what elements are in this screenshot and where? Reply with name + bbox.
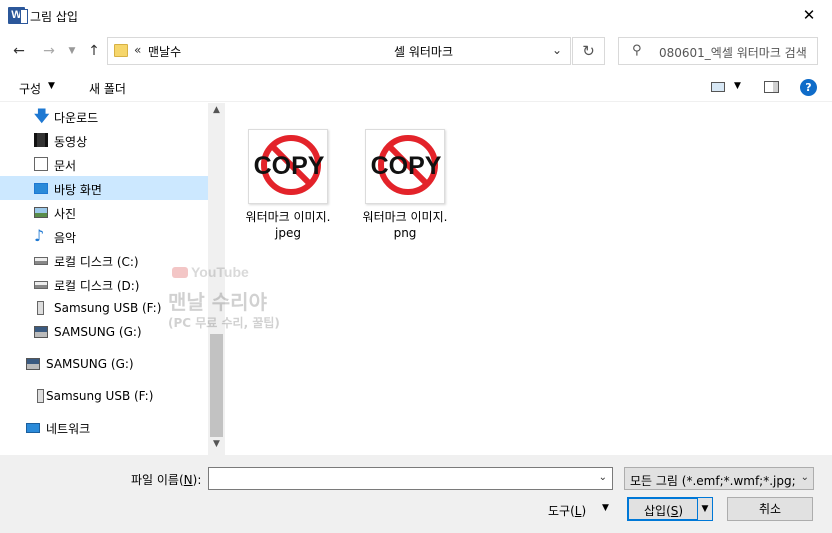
search-placeholder: 080601_엑셀 워터마크 검색 — [659, 46, 807, 60]
nav-item-label: 다운로드 — [54, 111, 99, 125]
insert-button[interactable]: 삽입(S) ▼ — [627, 497, 713, 521]
download-icon: 🡇 — [34, 107, 50, 125]
file-item[interactable]: COPY 워터마크 이미지. jpeg — [234, 127, 342, 247]
forward-arrow-icon[interactable]: → — [39, 41, 59, 61]
samsung-drive-icon — [34, 326, 48, 338]
window-title: 그림 삽입 — [30, 10, 78, 24]
nav-item-label: 로컬 디스크 (D:) — [54, 279, 140, 293]
nav-item[interactable]: 문서 — [0, 152, 208, 176]
nav-item[interactable]: ♪ 음악 — [0, 224, 208, 248]
scroll-thumb[interactable] — [210, 334, 223, 437]
address-overflow-chevrons[interactable]: « — [134, 43, 141, 57]
nav-item-label: 바탕 화면 — [54, 183, 102, 197]
local-disk-icon — [34, 281, 48, 289]
document-icon — [34, 157, 48, 171]
command-toolbar: 구성 ▼ 새 폴더 ▼ ? — [0, 72, 832, 102]
nav-item[interactable]: 바탕 화면 — [0, 176, 208, 200]
file-name-line: jpeg — [275, 226, 301, 240]
thumb-text: COPY — [254, 152, 325, 180]
nav-item[interactable]: SAMSUNG (G:) — [0, 320, 208, 344]
desktop-icon — [34, 183, 48, 194]
help-icon[interactable]: ? — [800, 79, 817, 96]
chevron-down-icon[interactable]: ⌄ — [599, 472, 607, 483]
nav-item[interactable]: SAMSUNG (G:) — [0, 352, 208, 376]
scroll-up-icon[interactable]: ▲ — [208, 105, 225, 119]
caret-down-icon[interactable]: ▼ — [602, 503, 609, 513]
cancel-button[interactable]: 취소 — [727, 497, 813, 521]
back-arrow-icon[interactable]: ← — [9, 41, 29, 61]
local-disk-icon — [34, 257, 48, 265]
change-view-icon[interactable] — [711, 82, 725, 92]
usb-drive-icon — [37, 389, 44, 403]
refresh-icon[interactable]: ↻ — [572, 37, 605, 65]
nav-item[interactable]: Samsung USB (F:) — [0, 296, 208, 320]
new-folder-button[interactable]: 새 폴더 — [89, 80, 126, 97]
word-app-icon: W — [8, 7, 28, 24]
pictures-icon — [34, 207, 48, 218]
nav-item-label: SAMSUNG (G:) — [46, 357, 134, 371]
nav-item-label: Samsung USB (F:) — [46, 389, 154, 403]
copy-thumbnail-icon: COPY — [248, 129, 328, 204]
close-button[interactable]: ✕ — [786, 0, 832, 31]
bottom-panel: 파일 이름(N): ⌄ 모든 그림 (*.emf;*.wmf;*.jpg;*. … — [0, 455, 832, 533]
nav-item-label: 사진 — [54, 207, 77, 221]
copy-thumbnail-icon: COPY — [365, 129, 445, 204]
network-icon — [26, 423, 40, 433]
navigation-pane: 🡇 다운로드동영상문서바탕 화면사진 ♪ 음악로컬 디스크 (C:) 로컬 디스크 (D… — [0, 103, 225, 455]
video-icon — [34, 133, 48, 147]
filename-label: 파일 이름(N): — [131, 473, 202, 487]
file-name-line: 워터마크 이미지. — [362, 210, 448, 224]
nav-item-label: 네트워크 — [46, 422, 91, 436]
up-arrow-icon[interactable]: ↑ — [84, 41, 104, 61]
file-list: COPY 워터마크 이미지. jpeg COPY 워터마크 이미지. png — [226, 103, 832, 455]
insert-label: 삽입(S) — [644, 504, 684, 518]
nav-item[interactable]: 사진 — [0, 200, 208, 224]
navigation-bar: ← → ▼ ↑ « 맨날수 셀 워터마크 ⌄ ↻ ⚲ 080601_엑셀 워터마… — [0, 33, 832, 69]
file-name-line: png — [393, 226, 417, 240]
nav-item[interactable]: 네트워크 — [0, 415, 208, 439]
nav-scrollbar[interactable]: ▲ ▼ — [208, 103, 225, 455]
address-segment[interactable]: 셀 워터마크 — [394, 43, 453, 60]
title-bar: W 그림 삽입 ✕ — [0, 0, 832, 31]
scroll-down-icon[interactable]: ▼ — [208, 439, 225, 453]
search-input[interactable]: ⚲ 080601_엑셀 워터마크 검색 — [618, 37, 818, 65]
file-type-select[interactable]: 모든 그림 (*.emf;*.wmf;*.jpg;*. ⌄ — [624, 467, 814, 490]
nav-item-label: 동영상 — [54, 135, 88, 149]
caret-down-icon[interactable]: ▼ — [48, 81, 55, 91]
caret-down-icon[interactable]: ▼ — [734, 81, 741, 91]
music-icon: ♪ — [34, 226, 45, 245]
nav-item-label: SAMSUNG (G:) — [54, 325, 142, 339]
nav-item[interactable]: Samsung USB (F:) — [0, 384, 208, 408]
tools-button[interactable]: 도구(L) — [548, 502, 586, 519]
thumb-text: COPY — [371, 152, 442, 180]
chevron-down-icon[interactable]: ⌄ — [552, 43, 562, 57]
nav-item[interactable]: 🡇 다운로드 — [0, 104, 208, 128]
file-name-line: 워터마크 이미지. — [245, 210, 331, 224]
nav-item[interactable]: 동영상 — [0, 128, 208, 152]
file-name: 워터마크 이미지. jpeg — [234, 209, 342, 241]
search-icon: ⚲ — [632, 43, 642, 58]
nav-item-label: 로컬 디스크 (C:) — [54, 255, 139, 269]
folder-icon — [114, 44, 128, 57]
file-type-value: 모든 그림 (*.emf;*.wmf;*.jpg;*. — [630, 474, 796, 488]
recent-locations-chevron-icon[interactable]: ▼ — [62, 41, 82, 61]
nav-item-label: Samsung USB (F:) — [54, 301, 162, 315]
nav-item[interactable]: 로컬 디스크 (D:) — [0, 272, 208, 296]
address-segment[interactable]: 맨날수 — [148, 43, 181, 60]
filename-input[interactable]: ⌄ — [208, 467, 613, 490]
samsung-drive-icon — [26, 358, 40, 370]
file-name: 워터마크 이미지. png — [351, 209, 459, 241]
insert-split-caret-icon[interactable]: ▼ — [697, 498, 712, 520]
file-item[interactable]: COPY 워터마크 이미지. png — [351, 127, 459, 247]
usb-drive-icon — [37, 301, 44, 315]
nav-item[interactable]: 로컬 디스크 (C:) — [0, 248, 208, 272]
nav-item-label: 문서 — [54, 159, 77, 173]
preview-pane-icon[interactable] — [764, 81, 779, 93]
organize-button[interactable]: 구성 — [19, 80, 41, 97]
nav-item-label: 음악 — [54, 231, 77, 245]
chevron-down-icon[interactable]: ⌄ — [801, 472, 809, 483]
address-bar[interactable]: « 맨날수 셀 워터마크 ⌄ — [107, 37, 571, 65]
